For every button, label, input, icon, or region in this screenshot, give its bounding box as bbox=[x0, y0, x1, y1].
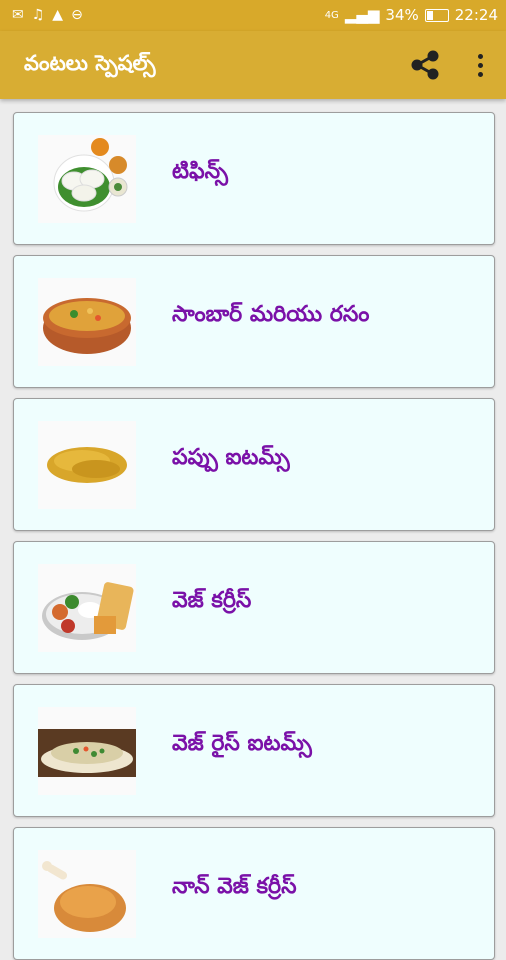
category-label: టిఫిన్స్ bbox=[172, 159, 228, 184]
category-label: పప్పు ఐటమ్స్ bbox=[172, 445, 290, 470]
status-icons-right: 4G ▂▄▆ 34% 22:24 bbox=[325, 6, 498, 24]
veg-rice-image bbox=[38, 707, 136, 795]
signal-text: 4G bbox=[324, 9, 339, 21]
category-card-veg-curries[interactable]: వెజ్ కర్రీస్ bbox=[13, 541, 495, 674]
share-button[interactable] bbox=[406, 49, 446, 81]
mail-icon: ✉ bbox=[12, 7, 24, 23]
chicken-image bbox=[38, 850, 136, 938]
status-icons-left: ✉ ♫ ▲ ⊖ bbox=[12, 6, 83, 24]
category-card-veg-rice[interactable]: వెజ్ రైస్ ఐటమ్స్ bbox=[13, 684, 495, 817]
category-label: సాంబార్ మరియు రసం bbox=[172, 302, 370, 327]
app-bar: వంటలు స్పెషల్స్ bbox=[0, 31, 506, 99]
dal-image bbox=[38, 421, 136, 509]
signal-icon: ▂▄▆ bbox=[344, 6, 380, 24]
share-icon bbox=[411, 50, 439, 80]
battery-percent: 34% bbox=[385, 6, 419, 24]
category-card-dal[interactable]: పప్పు ఐటమ్స్ bbox=[13, 398, 495, 531]
status-bar: ✉ ♫ ▲ ⊖ 4G ▂▄▆ 34% 22:24 bbox=[0, 0, 506, 31]
category-label: వెజ్ కర్రీస్ bbox=[172, 588, 252, 613]
more-vert-icon bbox=[477, 53, 483, 59]
category-card-non-veg[interactable]: నాన్ వెజ్ కర్రీస్ bbox=[13, 827, 495, 960]
category-card-sambar[interactable]: సాంబార్ మరియు రసం bbox=[13, 255, 495, 388]
category-card-tiffins[interactable]: టిఫిన్స్ bbox=[13, 112, 495, 245]
more-options-button[interactable] bbox=[468, 49, 492, 81]
minus-circle-icon: ⊖ bbox=[71, 7, 83, 23]
warning-icon: ▲ bbox=[52, 7, 64, 23]
sambar-image bbox=[38, 278, 136, 366]
music-icon: ♫ bbox=[31, 7, 45, 23]
idli-image bbox=[38, 135, 136, 223]
category-label: వెజ్ రైస్ ఐటమ్స్ bbox=[172, 731, 312, 756]
app-title: వంటలు స్పెషల్స్ bbox=[24, 51, 156, 75]
battery-icon bbox=[424, 8, 449, 22]
clock: 22:24 bbox=[454, 6, 498, 24]
thali-image bbox=[38, 564, 136, 652]
